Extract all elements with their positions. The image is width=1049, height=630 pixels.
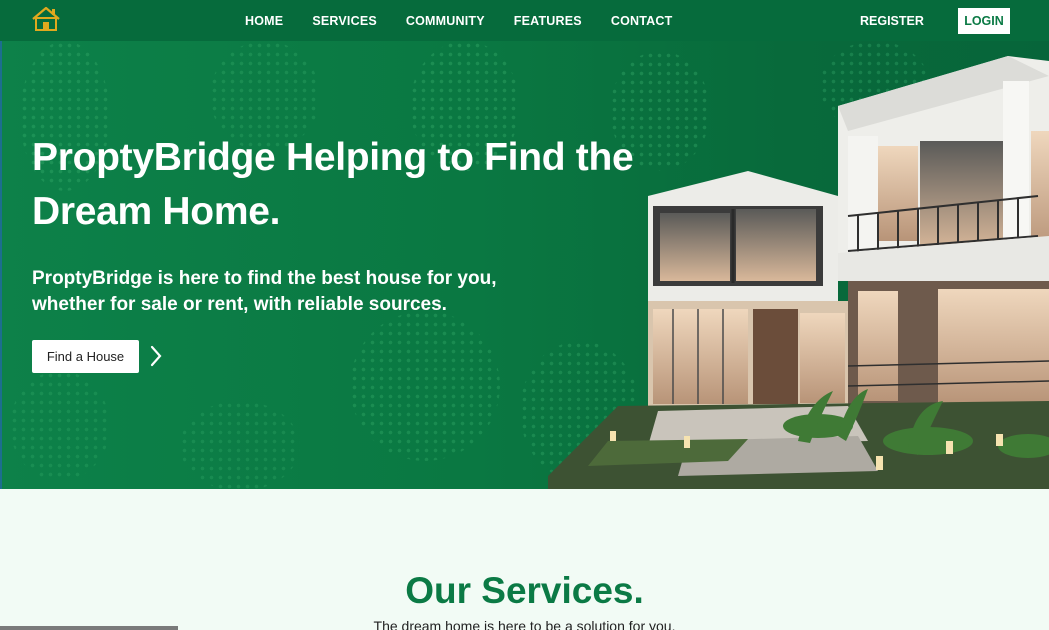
register-link[interactable]: REGISTER bbox=[860, 14, 924, 28]
dot-pattern bbox=[350, 311, 500, 461]
chevron-right-icon[interactable] bbox=[148, 344, 164, 368]
main-nav: HOME SERVICES COMMUNITY FEATURES CONTACT bbox=[245, 0, 701, 41]
login-button[interactable]: LOGIN bbox=[958, 8, 1010, 34]
services-title: Our Services. bbox=[405, 570, 644, 611]
viewport-edge bbox=[0, 41, 2, 489]
nav-link-home[interactable]: HOME bbox=[245, 14, 283, 28]
nav-link-services[interactable]: SERVICES bbox=[312, 14, 377, 28]
nav-link-features[interactable]: FEATURES bbox=[514, 14, 582, 28]
page: HOME SERVICES COMMUNITY FEATURES CONTACT… bbox=[0, 0, 1049, 630]
nav-link-contact[interactable]: CONTACT bbox=[611, 14, 673, 28]
dot-pattern bbox=[180, 401, 300, 489]
hero-subtitle: ProptyBridge is here to find the best ho… bbox=[32, 268, 497, 315]
dot-pattern bbox=[10, 371, 110, 481]
hero-section: ProptyBridge Helping to Find the Dream H… bbox=[0, 41, 1049, 489]
horizontal-scrollbar[interactable] bbox=[0, 626, 178, 630]
house-image bbox=[548, 56, 1049, 489]
house-logo-icon[interactable] bbox=[30, 6, 62, 32]
find-house-button[interactable]: Find a House bbox=[32, 340, 139, 373]
nav-link-community[interactable]: COMMUNITY bbox=[406, 14, 485, 28]
navbar: HOME SERVICES COMMUNITY FEATURES CONTACT… bbox=[0, 0, 1049, 41]
